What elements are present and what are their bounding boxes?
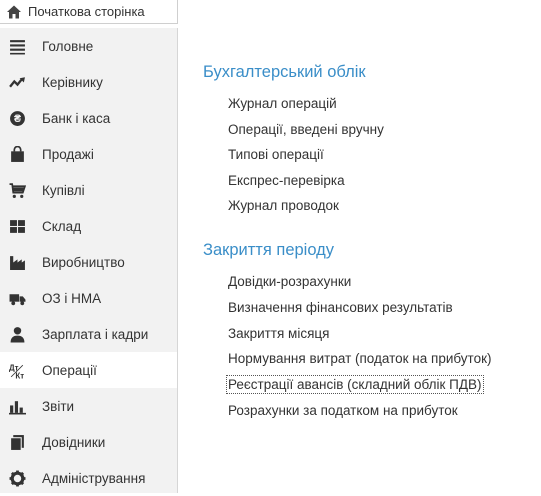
books-icon [8,433,26,451]
sidebar-item-salary[interactable]: Зарплата і кадри [0,316,177,352]
person-icon [8,325,26,343]
sidebar-item-label: Керівнику [42,74,103,90]
sidebar-item-admin[interactable]: Адміністрування [0,460,177,496]
link-express-check[interactable]: Експрес-перевірка [228,173,345,188]
link-profit-tax-calculations[interactable]: Розрахунки за податком на прибуток [228,403,458,418]
sidebar-item-label: Продажі [42,146,94,162]
link-reference-calculations[interactable]: Довідки-розрахунки [228,274,351,289]
warehouse-icon [8,217,26,235]
sidebar-item-label: Довідники [42,434,106,450]
section-title-accounting: Бухгалтерський облік [203,63,366,81]
sidebar-item-warehouse[interactable]: Склад [0,208,177,244]
dt-kt-icon: Дт Кт [8,361,26,379]
sidebar-item-sales[interactable]: Продажі [0,136,177,172]
sidebar-item-label: Виробництво [42,254,125,270]
bag-icon [8,145,26,163]
sidebar-item-assets[interactable]: ОЗ і НМА [0,280,177,316]
link-advance-registrations[interactable]: Реєстрації авансів (складний облік ПДВ) [226,375,484,394]
sidebar-item-reports[interactable]: Звіти [0,388,177,424]
gear-icon [8,469,26,487]
sidebar-item-catalogs[interactable]: Довідники [0,424,177,460]
sidebar-item-label: Зарплата і кадри [42,326,149,342]
sidebar-item-label: ОЗ і НМА [42,290,102,306]
link-month-closing[interactable]: Закриття місяця [228,326,329,341]
home-tab-label: Початкова сторінка [28,4,145,19]
svg-text:₴: ₴ [13,113,20,125]
trend-icon [8,73,26,91]
sidebar-item-label: Адміністрування [42,470,146,486]
bar-chart-icon [8,397,26,415]
list-icon [8,37,26,55]
sidebar-item-production[interactable]: Виробництво [0,244,177,280]
svg-text:Кт: Кт [15,371,24,379]
home-tab[interactable]: Початкова сторінка [0,0,178,24]
link-entries-journal[interactable]: Журнал проводок [228,198,339,213]
sidebar-item-label: Купівлі [42,182,85,198]
sidebar-item-manager[interactable]: Керівнику [0,64,177,100]
link-expense-normalization[interactable]: Нормування витрат (податок на прибуток) [228,351,492,366]
sidebar-item-label: Склад [42,218,82,234]
home-icon [7,5,21,18]
sidebar-item-label: Банк і каса [42,110,111,126]
truck-icon [8,289,26,307]
sidebar-item-purchases[interactable]: Купівлі [0,172,177,208]
link-manual-operations[interactable]: Операції, введені вручну [228,122,384,137]
factory-icon [8,253,26,271]
sidebar-item-operations[interactable]: Дт Кт Операції [0,352,177,388]
link-operations-journal[interactable]: Журнал операцій [228,96,337,111]
coin-icon: ₴ [8,109,26,127]
cart-icon [8,181,26,199]
sidebar-item-label: Звіти [42,398,75,414]
sidebar: Головне Керівнику ₴ Банк і каса Продажі … [0,28,178,493]
sidebar-item-main[interactable]: Головне [0,28,177,64]
link-financial-results[interactable]: Визначення фінансових результатів [228,300,453,315]
sidebar-item-label: Операції [42,362,97,378]
sidebar-item-label: Головне [42,38,94,54]
section-title-period-closing: Закриття періоду [203,241,335,259]
link-typical-operations[interactable]: Типові операції [228,147,324,162]
sidebar-item-bank[interactable]: ₴ Банк і каса [0,100,177,136]
